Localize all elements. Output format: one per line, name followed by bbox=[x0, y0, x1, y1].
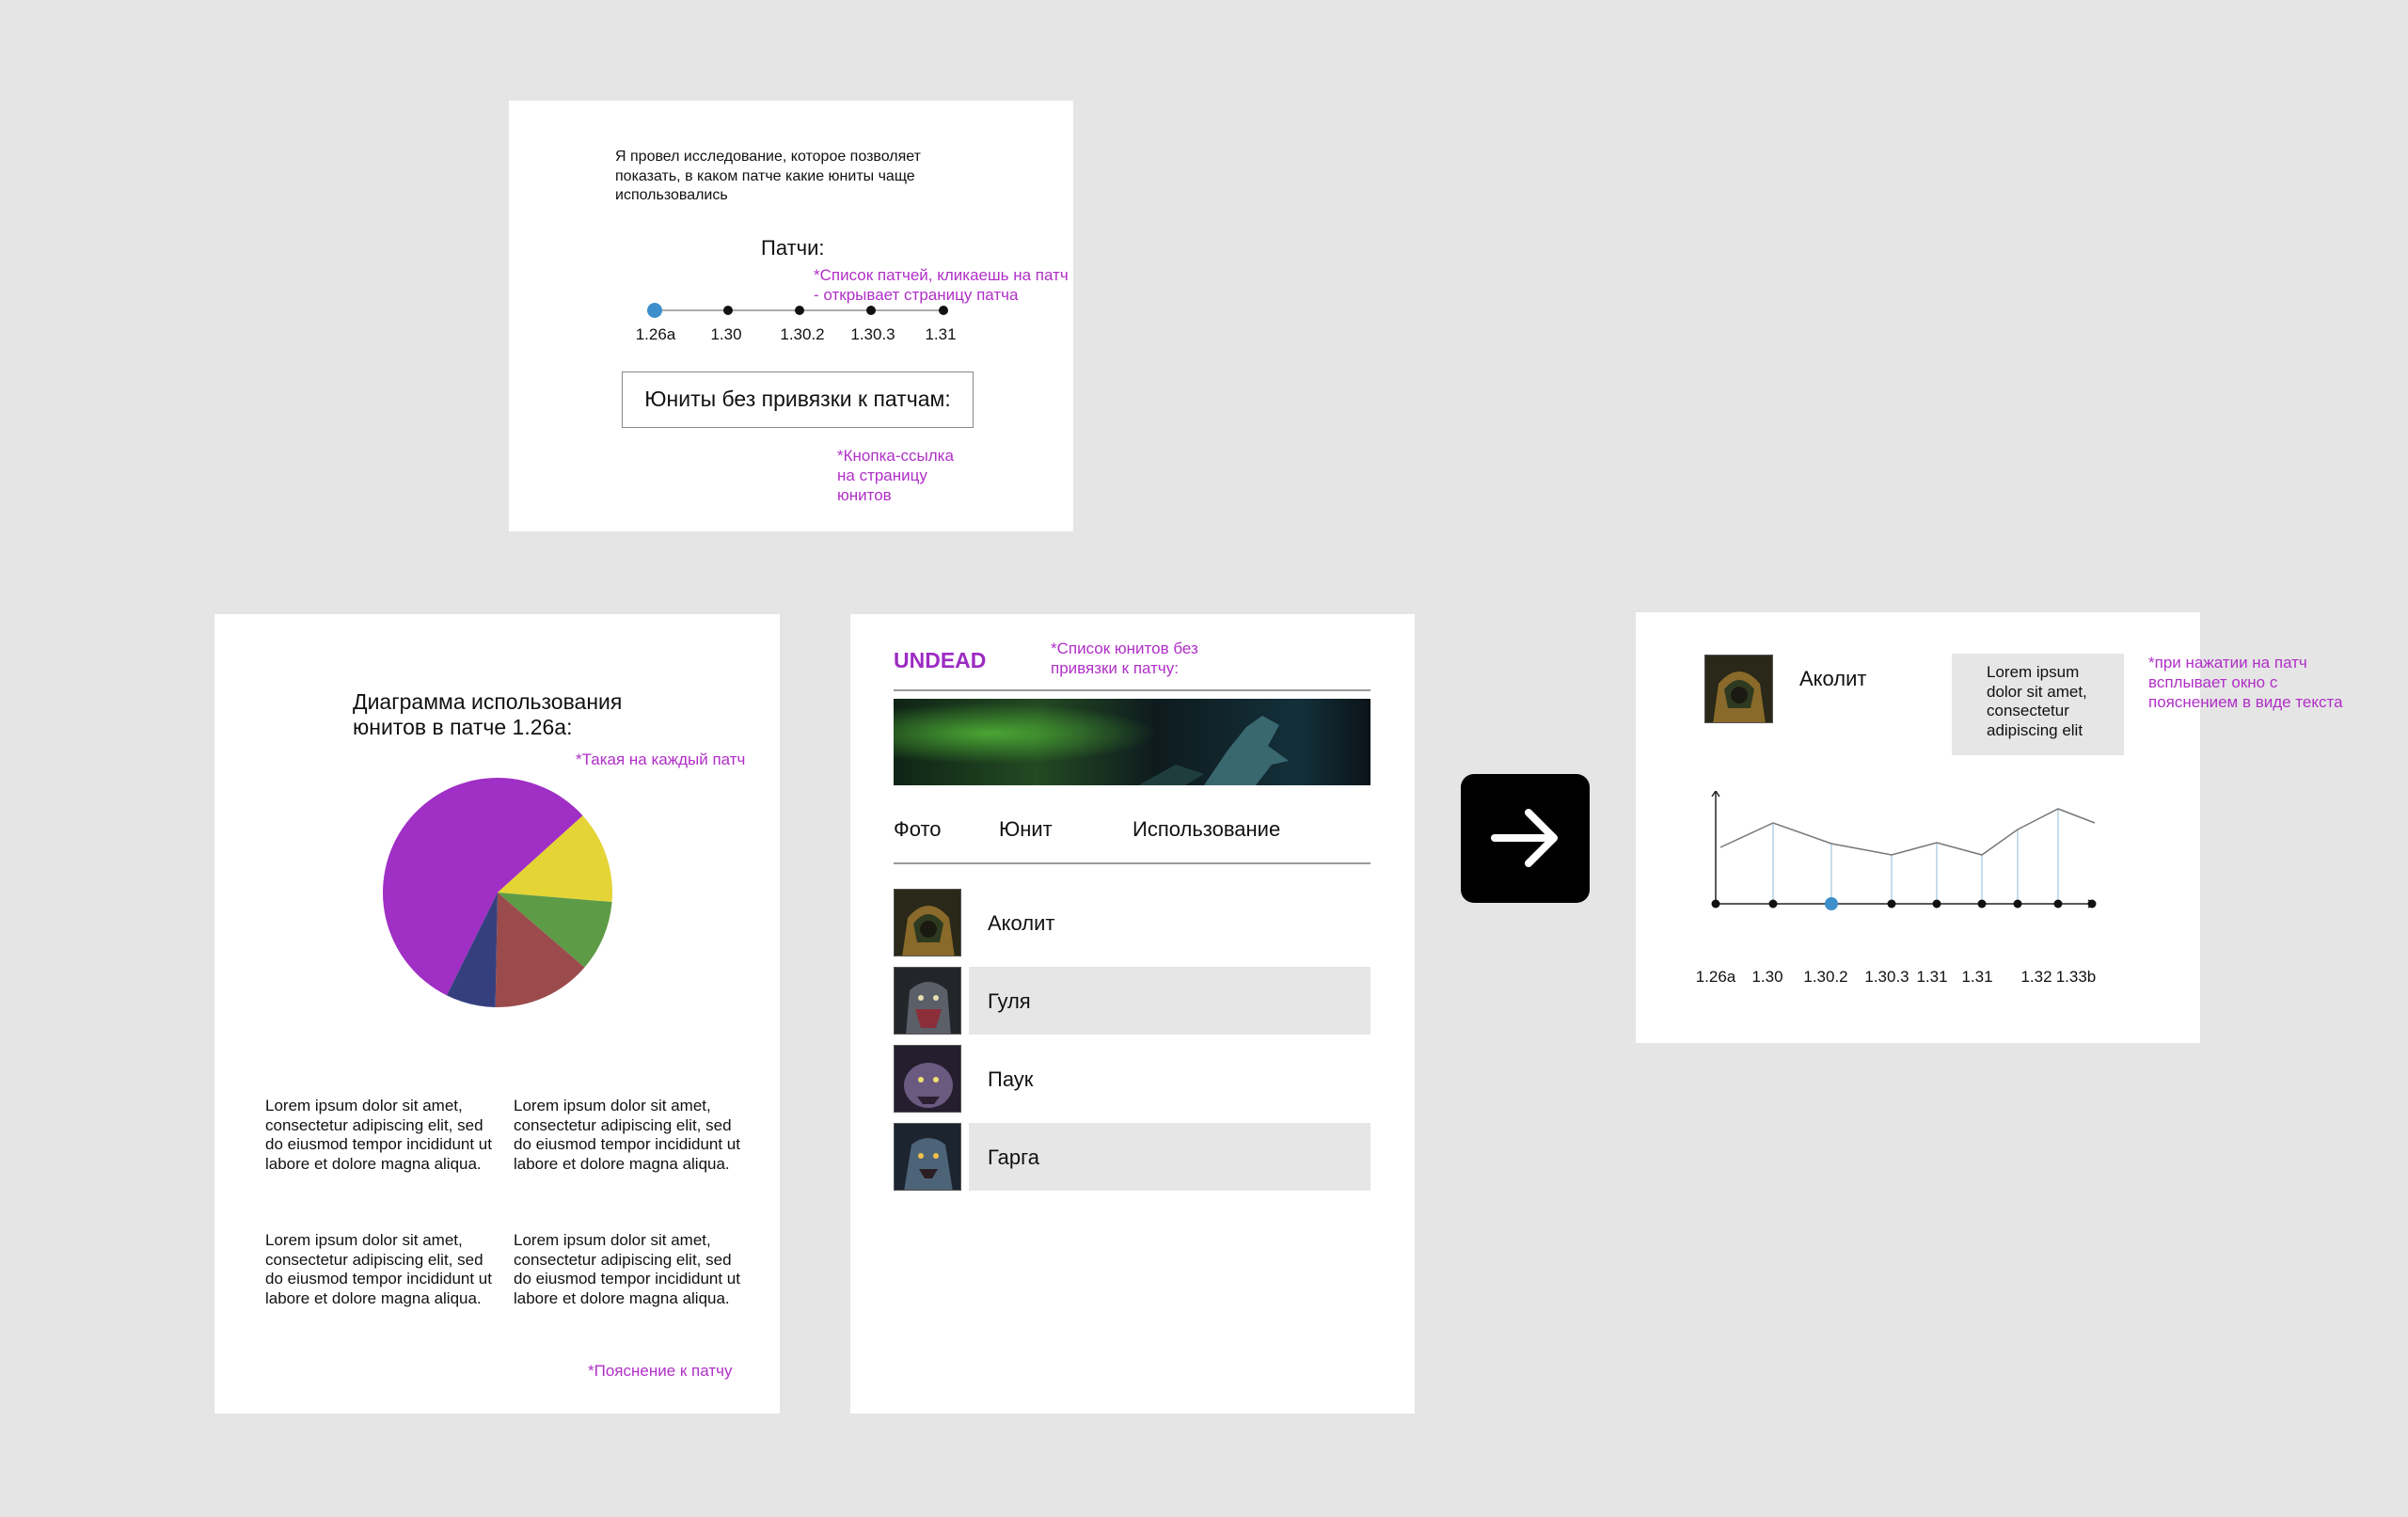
patch-dot[interactable] bbox=[723, 306, 733, 315]
race-title: UNDEAD bbox=[894, 648, 987, 672]
lorem-block: Lorem ipsum dolor sit amet, consectetur … bbox=[265, 1231, 492, 1307]
intro-frame: Я провел исследование, которое позволяет… bbox=[509, 101, 1073, 531]
table-row[interactable]: Паук bbox=[894, 1045, 1370, 1113]
table-row[interactable]: Гарга bbox=[894, 1123, 1370, 1191]
units-link-button[interactable]: Юниты без привязки к патчам: bbox=[622, 371, 974, 428]
patch-page-frame: Диаграмма использования юнитов в патче 1… bbox=[214, 614, 780, 1414]
intro-description: Я провел исследование, которое позволяет… bbox=[615, 149, 921, 203]
unit-detail-frame: Аколит Lorem ipsum dolor sit amet, conse… bbox=[1636, 612, 2200, 1043]
chart-tick-label[interactable]: 1.30.2 bbox=[1793, 968, 1859, 987]
table-divider bbox=[894, 862, 1370, 864]
unit-name[interactable]: Гуля bbox=[988, 989, 1031, 1014]
usage-line-chart bbox=[1711, 791, 2097, 910]
patch-label[interactable]: 1.30.3 bbox=[835, 325, 911, 344]
arrow-right-icon bbox=[1491, 809, 1558, 867]
patch-tooltip-text: Lorem ipsum dolor sit amet, consectetur … bbox=[1987, 663, 2087, 739]
lorem-block: Lorem ipsum dolor sit amet, consectetur … bbox=[514, 1231, 740, 1307]
chart-drop-lines bbox=[1772, 809, 2059, 904]
chart-usage-line bbox=[1719, 808, 2096, 856]
note-explanation: *Пояснение к патчу bbox=[588, 1362, 733, 1380]
units-button-note: *Кнопка-ссылка на страницу юнитов bbox=[837, 447, 954, 504]
arrow-right-button[interactable] bbox=[1461, 774, 1590, 903]
column-header-usage: Использование bbox=[1133, 817, 1281, 841]
unit-name[interactable]: Аколит bbox=[988, 911, 1055, 936]
patch-dot[interactable] bbox=[939, 306, 948, 315]
lorem-block: Lorem ipsum dolor sit amet, consectetur … bbox=[514, 1097, 740, 1173]
header-divider bbox=[894, 689, 1370, 691]
unit-portrait-acolyte bbox=[1704, 655, 1773, 723]
chart-title: Диаграмма использования юнитов в патче 1… bbox=[353, 689, 622, 740]
unit-portrait-gargoyle bbox=[894, 1123, 961, 1191]
patch-dot[interactable] bbox=[866, 306, 876, 315]
note-each-patch: *Такая на каждый патч bbox=[576, 751, 746, 768]
patch-label[interactable]: 1.26a bbox=[618, 325, 693, 344]
unit-detail-note: *при нажатии на патч всплывает окно с по… bbox=[2148, 654, 2343, 711]
patches-note: *Список патчей, кликаешь на патч - откры… bbox=[814, 266, 1069, 304]
unit-name[interactable]: Паук bbox=[988, 1067, 1033, 1092]
patch-tooltip: Lorem ipsum dolor sit amet, consectetur … bbox=[1952, 654, 2124, 755]
units-list-note: *Список юнитов без привязки к патчу: bbox=[1051, 640, 1198, 677]
unit-portrait-acolyte bbox=[894, 889, 961, 956]
patches-title: Патчи: bbox=[761, 236, 825, 260]
chart-tick-label[interactable]: 1.31 bbox=[1944, 968, 2010, 987]
race-banner bbox=[894, 699, 1370, 785]
unit-portrait-spider bbox=[894, 1045, 961, 1113]
patch-label[interactable]: 1.30.2 bbox=[765, 325, 840, 344]
unit-name[interactable]: Гарга bbox=[988, 1146, 1039, 1170]
lorem-block: Lorem ipsum dolor sit amet, consectetur … bbox=[265, 1097, 492, 1173]
column-header-unit: Юнит bbox=[999, 817, 1053, 841]
patch-dot[interactable] bbox=[795, 306, 804, 315]
patch-label[interactable]: 1.31 bbox=[903, 325, 978, 344]
chart-tick-label[interactable]: 1.30 bbox=[1735, 968, 1800, 987]
unit-name-title: Аколит bbox=[1799, 667, 1867, 690]
chart-title-line1: Диаграмма использования bbox=[353, 689, 623, 714]
column-header-photo: Фото bbox=[894, 817, 942, 841]
patch-label[interactable]: 1.30 bbox=[689, 325, 764, 344]
chart-title-line2: юнитов в патче 1.26а: bbox=[353, 715, 573, 739]
unit-portrait-ghoul bbox=[894, 967, 961, 1035]
table-row[interactable]: Аколит bbox=[894, 889, 1370, 956]
patch-dot-active[interactable] bbox=[647, 303, 662, 318]
table-row[interactable]: Гуля bbox=[894, 967, 1370, 1035]
usage-pie-chart bbox=[382, 777, 612, 1007]
chart-tick-label[interactable]: 1.33b bbox=[2043, 968, 2109, 987]
chart-point-active bbox=[1825, 897, 1838, 910]
units-page-frame: UNDEAD *Список юнитов без привязки к пат… bbox=[850, 614, 1415, 1414]
